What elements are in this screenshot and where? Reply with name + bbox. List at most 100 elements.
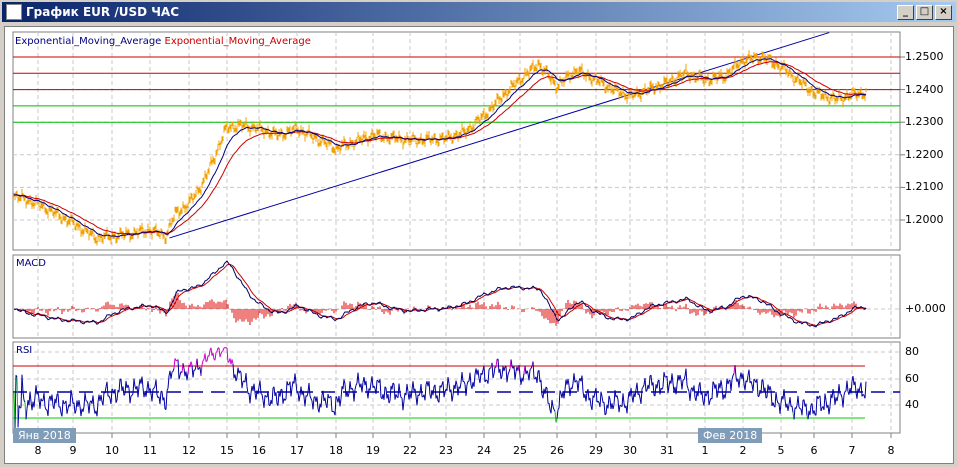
rsi-segment <box>864 381 867 399</box>
rsi-segment <box>854 381 857 393</box>
rsi-segment <box>734 365 737 378</box>
rsi-segment <box>96 402 99 417</box>
rsi-segment <box>173 358 176 369</box>
rsi-segment <box>285 381 288 399</box>
rsi-segment <box>44 406 47 410</box>
rsi-segment <box>51 394 54 406</box>
rsi-segment <box>61 400 64 417</box>
x-tick-label: 1 <box>701 444 709 457</box>
rsi-segment <box>544 386 547 395</box>
rsi-segment <box>567 379 570 386</box>
rsi-segment <box>106 381 109 397</box>
rsi-segment <box>842 395 845 408</box>
rsi-segment <box>715 384 718 398</box>
rsi-segment <box>222 347 225 351</box>
rsi-segment <box>791 405 794 413</box>
rsi-segment <box>120 379 123 392</box>
rsi-segment <box>569 387 572 397</box>
rsi-segment <box>762 380 765 392</box>
rsi-segment <box>395 394 398 398</box>
rsi-segment <box>593 392 596 398</box>
x-tick-label: 16 <box>252 444 266 457</box>
rsi-segment <box>14 375 17 429</box>
rsi-axis-label: 80 <box>905 345 919 358</box>
rsi-segment <box>172 368 175 372</box>
rsi-segment <box>216 347 219 352</box>
rsi-segment <box>730 379 733 391</box>
rsi-segment <box>202 359 205 362</box>
x-tick-label: 17 <box>290 444 304 457</box>
rsi-segment <box>795 405 798 409</box>
macd-panel-frame <box>12 254 901 339</box>
rsi-segment <box>122 386 125 396</box>
rsi-segment <box>553 409 556 412</box>
rsi-segment <box>659 388 662 395</box>
x-tick-label: 22 <box>403 444 417 457</box>
ema-slow-line <box>13 61 867 235</box>
rsi-segment <box>349 381 352 390</box>
rsi-segment <box>656 380 659 389</box>
rsi-segment <box>636 382 639 395</box>
trend-line <box>169 32 830 239</box>
x-tick-label: 31 <box>660 444 674 457</box>
rsi-segment <box>497 358 500 373</box>
rsi-segment <box>828 406 831 415</box>
rsi-segment <box>693 385 696 398</box>
rsi-segment <box>607 395 610 409</box>
rsi-segment <box>477 369 480 379</box>
rsi-segment <box>619 404 622 407</box>
x-tick-label: 5 <box>777 444 785 457</box>
rsi-segment <box>152 387 155 390</box>
rsi-segment <box>220 351 223 354</box>
rsi-segment <box>399 392 402 398</box>
rsi-segment <box>852 375 855 386</box>
rsi-segment <box>137 386 140 398</box>
rsi-segment <box>108 395 111 399</box>
rsi-segment <box>577 380 580 392</box>
rsi-segment <box>324 397 327 405</box>
rsi-segment <box>35 385 38 395</box>
rsi-segment <box>558 390 561 409</box>
rsi-segment <box>261 394 264 401</box>
rsi-segment <box>186 373 189 381</box>
price-axis-label: 1.2100 <box>905 180 944 194</box>
rsi-segment <box>279 389 282 397</box>
rsi-segment <box>177 359 180 380</box>
rsi-segment <box>277 392 280 406</box>
rsi-segment <box>127 384 130 389</box>
rsi-segment <box>343 379 346 385</box>
rsi-segment <box>551 399 554 407</box>
rsi-segment <box>536 371 539 383</box>
rsi-segment <box>597 400 600 403</box>
rsi-segment <box>340 386 343 399</box>
x-tick-label: 18 <box>329 444 343 457</box>
rsi-segment <box>284 398 287 401</box>
rsi-segment <box>116 390 119 401</box>
x-tick-label: 11 <box>143 444 157 457</box>
chart-canvas[interactable] <box>0 0 958 467</box>
rsi-segment <box>540 380 543 396</box>
rsi-segment <box>273 386 276 396</box>
rsi-segment <box>312 397 315 410</box>
rsi-segment <box>815 395 818 416</box>
x-tick-label: 24 <box>477 444 491 457</box>
rsi-segment <box>129 396 132 404</box>
x-tick-label: 19 <box>366 444 380 457</box>
rsi-segment <box>507 371 510 375</box>
rsi-segment <box>151 388 154 402</box>
rsi-segment <box>33 396 36 408</box>
rsi-segment <box>402 400 405 411</box>
macd-signal-line <box>13 264 867 327</box>
rsi-segment <box>671 373 674 383</box>
rsi-segment <box>424 384 427 401</box>
rsi-segment <box>367 388 370 399</box>
rsi-segment <box>686 384 689 389</box>
rsi-segment <box>118 379 121 393</box>
rsi-panel-frame <box>12 341 901 434</box>
rsi-segment <box>662 372 665 387</box>
rsi-segment <box>843 391 846 396</box>
rsi-segment <box>661 386 664 390</box>
rsi-segment <box>212 352 215 360</box>
rsi-segment <box>63 402 66 405</box>
rsi-segment <box>263 395 266 408</box>
